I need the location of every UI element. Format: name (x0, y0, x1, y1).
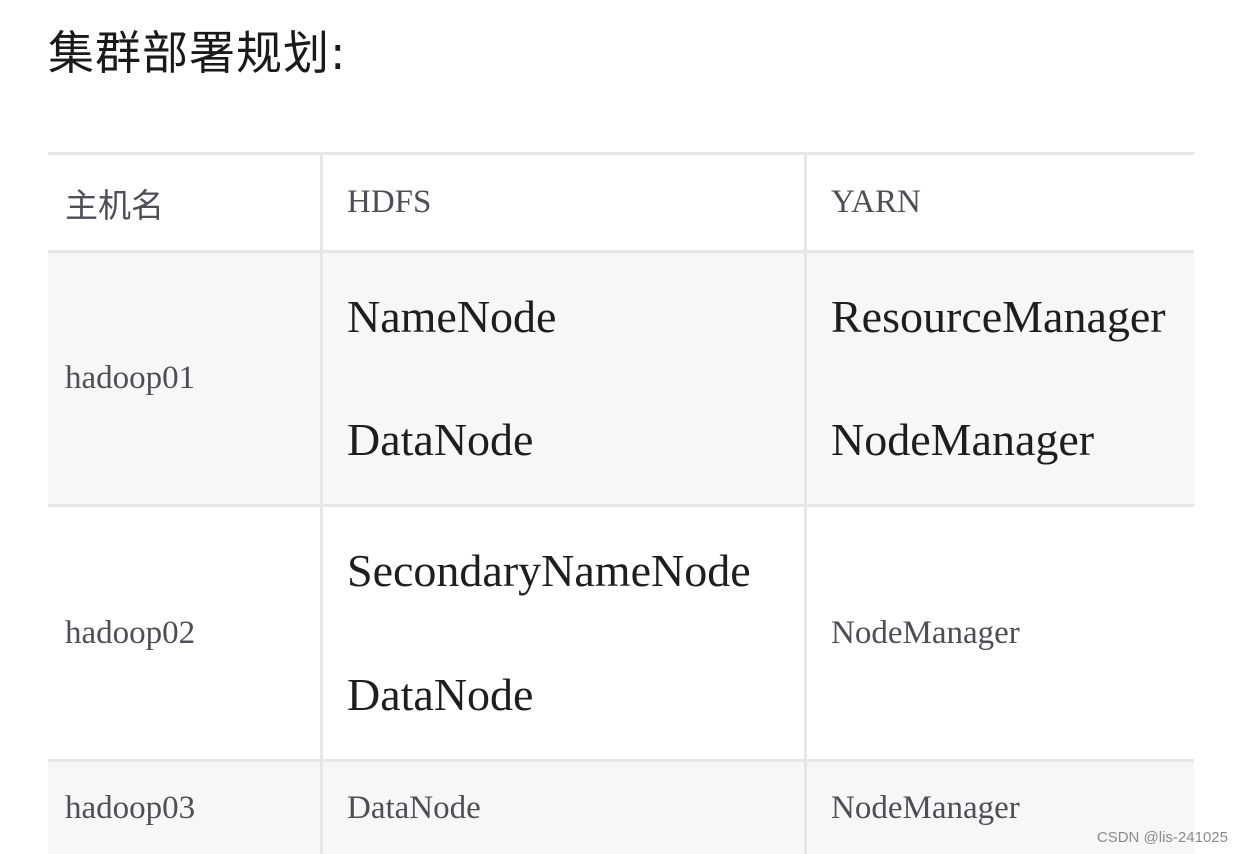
row3-host: hadoop03 (48, 762, 320, 854)
row2-hdfs-role-1: SecondaryNameNode (347, 545, 751, 596)
row1-yarn: ResourceManager NodeManager (807, 253, 1194, 504)
csdn-watermark: CSDN @lis-241025 (1096, 829, 1228, 846)
row2-hdfs: SecondaryNameNode DataNode (323, 507, 804, 759)
row1-yarn-role-1: ResourceManager (831, 291, 1166, 342)
cluster-plan-table: 主机名 HDFS YARN hadoop01 NameNode DataNode… (48, 152, 1194, 854)
row3-hdfs: DataNode (323, 762, 804, 854)
row2-hdfs-role-2: DataNode (347, 669, 534, 720)
header-yarn: YARN (807, 155, 1194, 250)
row1-yarn-role-2: NodeManager (831, 414, 1095, 465)
page-title: 集群部署规划: (48, 26, 347, 80)
row2-yarn: NodeManager (807, 507, 1194, 759)
row2-host: hadoop02 (48, 507, 320, 759)
row1-hdfs-role-2: DataNode (347, 414, 534, 465)
row1-host: hadoop01 (48, 253, 320, 504)
row1-hdfs-role-1: NameNode (347, 291, 557, 342)
header-hostname: 主机名 (48, 155, 320, 250)
header-hdfs: HDFS (323, 155, 804, 250)
row1-hdfs: NameNode DataNode (323, 253, 804, 504)
